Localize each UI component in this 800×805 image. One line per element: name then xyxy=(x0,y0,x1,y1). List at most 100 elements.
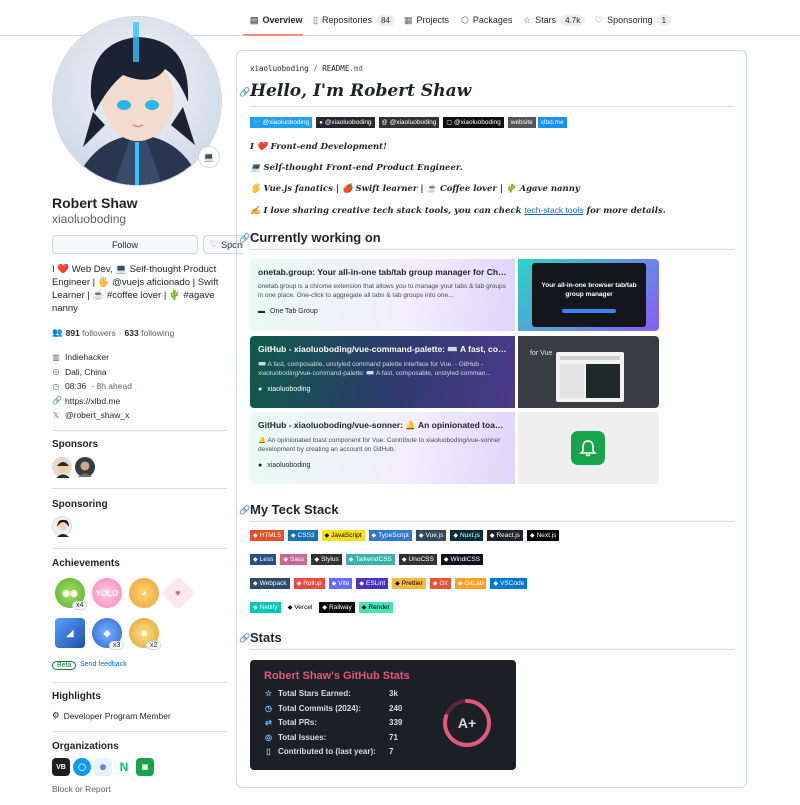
stack-badge-vscode[interactable]: ◆ VSCode xyxy=(490,578,528,589)
stack-badge-typescript[interactable]: ◆ TypeScript xyxy=(368,530,412,541)
tab-stars[interactable]: ☆ Stars 4.7k xyxy=(523,10,586,30)
tech-logo-icon: ◆ xyxy=(361,605,367,611)
vue-command-palette-preview-image[interactable]: for Vue xyxy=(518,336,659,408)
x-badge[interactable]: ▢ @xiaoluoboding xyxy=(443,117,504,128)
stat-row: ☆ Total Stars Earned: xyxy=(264,689,351,698)
followers-link[interactable]: 891 followers xyxy=(66,328,116,338)
stack-badge-less[interactable]: ◆ Less xyxy=(250,554,277,565)
link-card-vue-command-palette[interactable]: GitHub - xiaoluoboding/vue-command-palet… xyxy=(250,336,515,408)
x-icon: 𝕏 xyxy=(52,410,60,420)
stack-badge-windicss[interactable]: ◆ WindiCSS xyxy=(440,554,484,565)
threads-icon: @ xyxy=(381,119,388,126)
stack-badge-render[interactable]: ◆ Render xyxy=(358,602,393,613)
stack-badge-vue-js[interactable]: ◆ Vue.js xyxy=(415,530,447,541)
tab-sponsoring[interactable]: ♡ Sponsoring 1 xyxy=(595,10,672,30)
following-link[interactable]: 633 following xyxy=(125,328,175,338)
highlight-item: ⚙ Developer Program Member xyxy=(52,710,171,721)
organizations-heading: Organizations xyxy=(52,741,119,752)
stack-badge-prettier[interactable]: ◆ Prettier xyxy=(392,578,426,589)
package-icon: ⬡ xyxy=(461,14,469,25)
tab-projects[interactable]: ▦ Projects xyxy=(404,10,449,30)
tab-overview[interactable]: ▤ Overview xyxy=(250,10,303,30)
sponsor-avatar[interactable] xyxy=(75,457,95,477)
avatar[interactable] xyxy=(52,16,222,186)
stat-value: 339 xyxy=(389,718,403,727)
stack-badge-git[interactable]: ◆ Git xyxy=(429,578,451,589)
achievement-heart-icon[interactable]: ♥ xyxy=(161,576,195,610)
org-nuxt-icon[interactable]: N xyxy=(115,758,133,776)
follow-stats: 👥 891 followers · 633 following xyxy=(52,327,175,338)
stack-badge-javascript[interactable]: ◆ JavaScript xyxy=(321,530,365,541)
stack-badge-eslint[interactable]: ◆ ESLint xyxy=(356,578,389,589)
stack-badge-next-js[interactable]: ◆ Next.js xyxy=(526,530,560,541)
vue-sonner-preview-image[interactable] xyxy=(518,412,659,484)
anchor-link-icon[interactable]: 🔗 xyxy=(239,233,250,244)
org-ring-icon[interactable]: ◯ xyxy=(73,758,91,776)
tech-logo-icon: ◆ xyxy=(453,533,458,539)
stack-badge-webpack[interactable]: ◆ Webpack xyxy=(250,578,290,589)
repo-icon: ▯ xyxy=(313,14,318,25)
stack-badge-sass[interactable]: ◆ Sass xyxy=(280,554,308,565)
website-badge[interactable]: website xlbd.me xyxy=(507,117,567,128)
github-badge[interactable]: ● @xiaoluoboding xyxy=(316,117,375,128)
stack-badges-row: ◆ Less ◆ Sass ◆ Stylus ◆ TailwindCSS ◆ UnoCSS ◆ Win… xyxy=(250,554,484,565)
profile-name: Robert Shaw xyxy=(52,195,138,211)
tab-repositories[interactable]: ▯ Repositories 84 xyxy=(313,10,395,30)
threads-badge[interactable]: @ @xiaoluoboding xyxy=(378,117,440,128)
onetab-logo-icon: ▬ xyxy=(258,308,265,315)
follow-button[interactable]: Follow xyxy=(52,235,198,254)
block-report-link[interactable]: Block or Report xyxy=(52,784,111,794)
stack-badge-netlify[interactable]: ◆ Netlify xyxy=(250,602,281,613)
status-badge[interactable]: 💻 xyxy=(198,146,220,168)
send-feedback-link[interactable]: Send feedback xyxy=(80,661,127,668)
link-card-vue-sonner[interactable]: GitHub - xiaoluoboding/vue-sonner: 🔔 An … xyxy=(250,412,515,484)
stack-badges-row: ◆ Netlify ◆ Vercel ◆ Railway ◆ Render xyxy=(250,602,393,613)
tech-stack-link[interactable]: tech-stack tools xyxy=(524,205,583,215)
sponsoring-avatar[interactable] xyxy=(52,516,72,537)
sponsor-avatar[interactable] xyxy=(52,457,72,478)
twitter-icon: 🐦 xyxy=(253,120,261,126)
stack-badge-nuxt-js[interactable]: ◆ Nuxt.js xyxy=(450,530,483,541)
readme-breadcrumb: xiaoluoboding / README.md xyxy=(250,64,363,73)
stack-badge-react-js[interactable]: ◆ React.js xyxy=(486,530,523,541)
stack-badge-vercel[interactable]: ◆ Vercel xyxy=(284,602,316,613)
website[interactable]: 🔗 https://xlbd.me xyxy=(52,394,132,409)
stack-badge-css3[interactable]: ◆ CSS3 xyxy=(287,530,318,541)
achievement-arctic-icon[interactable]: ◢ xyxy=(55,618,85,648)
tech-logo-icon: ◆ xyxy=(359,581,365,587)
location: ◎ Dali, China xyxy=(52,366,107,377)
achievement-yolo-icon[interactable]: YOLO xyxy=(92,578,122,608)
stat-row: ◎ Total Issues: xyxy=(265,733,327,742)
tab-packages[interactable]: ⬡ Packages xyxy=(461,10,512,30)
tech-logo-icon: ◆ xyxy=(348,557,354,563)
stack-badge-stylus[interactable]: ◆ Stylus xyxy=(311,554,342,565)
org-robot-icon[interactable]: ▣ xyxy=(136,758,154,776)
stack-badge-vite[interactable]: ◆ Vite xyxy=(328,578,353,589)
stack-badge-gitlab[interactable]: ◆ GitLab xyxy=(454,578,487,589)
social-account[interactable]: 𝕏 @robert_shaw_x xyxy=(52,408,132,423)
github-icon: ● xyxy=(258,462,263,469)
onetab-preview-image[interactable]: Your all-in-one browser tab/tab group ma… xyxy=(518,259,659,331)
link-card-onetab[interactable]: onetab.group: Your all-in-one tab/tab gr… xyxy=(250,259,515,331)
local-time: ◷ 08:36 - 8h ahead xyxy=(52,381,132,392)
count-badge: 4.7k xyxy=(560,14,586,26)
divider xyxy=(52,488,227,489)
tech-logo-icon: ◆ xyxy=(253,557,258,563)
star-icon: ☆ xyxy=(523,14,532,25)
stats-title: Robert Shaw's GitHub Stats xyxy=(264,670,410,682)
stack-badge-unocss[interactable]: ◆ UnoCSS xyxy=(398,554,437,565)
stack-badge-html5[interactable]: ◆ HTML5 xyxy=(250,530,284,541)
anchor-link-icon[interactable]: 🔗 xyxy=(239,505,250,516)
anchor-link-icon[interactable]: 🔗 xyxy=(239,633,250,644)
twitter-badge[interactable]: 🐦 @xiaoluoboding xyxy=(250,117,313,128)
stack-badge-tailwindcss[interactable]: ◆ TailwindCSS xyxy=(345,554,395,565)
stack-badge-rollup[interactable]: ◆ Rollup xyxy=(293,578,325,589)
org-shield-icon[interactable]: ◍ xyxy=(94,758,112,776)
tech-logo-icon: ◆ xyxy=(283,557,288,563)
stack-badge-railway[interactable]: ◆ Railway xyxy=(319,602,355,613)
achievement-quickdraw-icon[interactable]: ◕ xyxy=(129,578,159,608)
stat-value: 3k xyxy=(389,689,398,698)
org-vue-bit-icon[interactable]: VB xyxy=(52,758,70,776)
tech-logo-icon: ◆ xyxy=(443,557,449,563)
anchor-link-icon[interactable]: 🔗 xyxy=(239,87,250,98)
